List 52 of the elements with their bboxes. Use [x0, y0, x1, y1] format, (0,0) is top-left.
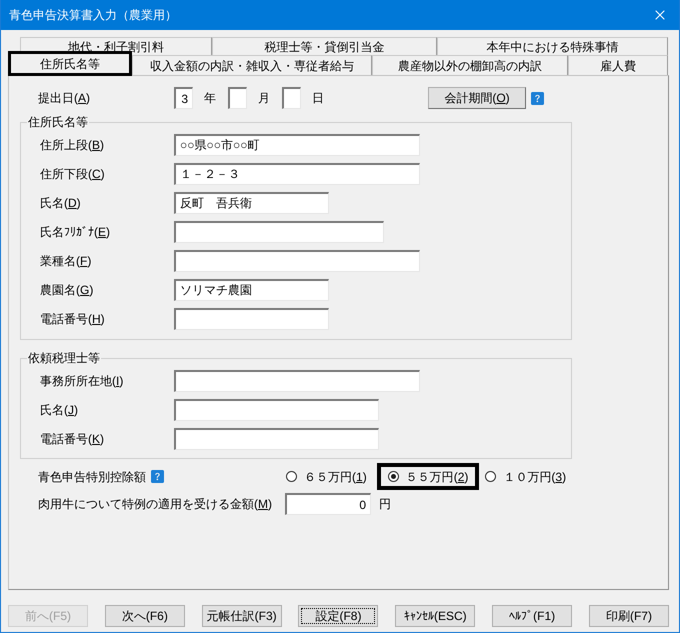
field-label: 氏名(J) [40, 402, 79, 419]
text-field[interactable]: ソリマチ農園 [174, 279, 329, 301]
date-field[interactable]: 3 [174, 87, 193, 109]
tab[interactable]: 農産物以外の棚卸高の内訳 [372, 55, 568, 75]
help-icon[interactable] [151, 470, 164, 483]
radio-option[interactable]: １０万円(3) [485, 463, 566, 490]
group-title: 住所氏名等 [27, 115, 89, 129]
field-label: 住所上段(B) [40, 137, 106, 154]
dialog-button[interactable]: ｷｬﾝｾﾙ(ESC) [395, 605, 476, 627]
dialog-button[interactable]: 元帳仕訳(F3) [202, 605, 282, 627]
field-label: 業種名(F) [40, 253, 92, 270]
currency-label: 円 [379, 496, 391, 513]
text-field[interactable] [174, 221, 384, 243]
tab[interactable]: 収入金額の内訳・雑収入・専従者給与 [132, 55, 372, 75]
field-label: 氏名ﾌﾘｶﾞﾅ(E) [40, 224, 112, 241]
text-field[interactable]: 反町 吾兵衛 [174, 192, 329, 214]
text-field[interactable] [174, 428, 379, 450]
tab[interactable]: 本年中における特殊事情 [437, 37, 668, 55]
radio-option[interactable]: ６５万円(1) [286, 463, 367, 490]
deduction-label: 青色申告特別控除額 [38, 468, 146, 486]
date-unit-label: 日 [312, 90, 324, 107]
tab[interactable]: 雇人費 [568, 55, 668, 75]
amount-field[interactable]: 0 [285, 493, 371, 515]
field-label: 電話番号(K) [40, 431, 106, 448]
group-title: 依頼税理士等 [27, 351, 101, 365]
tab[interactable]: 税理士等・貸倒引当金 [212, 37, 437, 55]
date-unit-label: 月 [258, 90, 270, 107]
text-field[interactable] [174, 308, 329, 330]
field-label: 農園名(G) [40, 282, 94, 299]
field-label: 提出日(A) [38, 90, 92, 107]
dialog-button[interactable]: ﾍﾙﾌﾟ(F1) [492, 605, 572, 627]
period-button[interactable]: 会計期間(O) [428, 87, 526, 109]
text-field[interactable] [174, 370, 420, 392]
field-label: 住所下段(C) [40, 166, 106, 183]
date-field[interactable] [228, 87, 247, 109]
date-field[interactable] [282, 87, 301, 109]
text-field[interactable] [174, 399, 379, 421]
text-field[interactable]: １－２－３ [174, 163, 420, 185]
help-icon[interactable] [531, 92, 544, 104]
field-label: 事務所所在地(I) [40, 373, 124, 390]
window-title: 青色申告決算書入力（農業用） [9, 7, 177, 24]
dialog-button[interactable]: 次へ(F6) [104, 605, 185, 627]
radio-option[interactable]: ５５万円(2) [376, 463, 480, 490]
text-field[interactable] [174, 250, 420, 272]
tab[interactable]: 住所氏名等 [8, 51, 132, 76]
date-unit-label: 年 [204, 90, 216, 107]
amount-label: 肉用牛について特例の適用を受ける金額(M) [38, 496, 273, 513]
field-label: 電話番号(H) [40, 311, 106, 328]
dialog-button[interactable]: 印刷(F7) [588, 605, 669, 627]
text-field[interactable]: ○○県○○市○○町 [174, 134, 420, 156]
field-label: 氏名(D) [40, 195, 82, 212]
dialog-button[interactable]: 設定(F8) [298, 605, 378, 627]
